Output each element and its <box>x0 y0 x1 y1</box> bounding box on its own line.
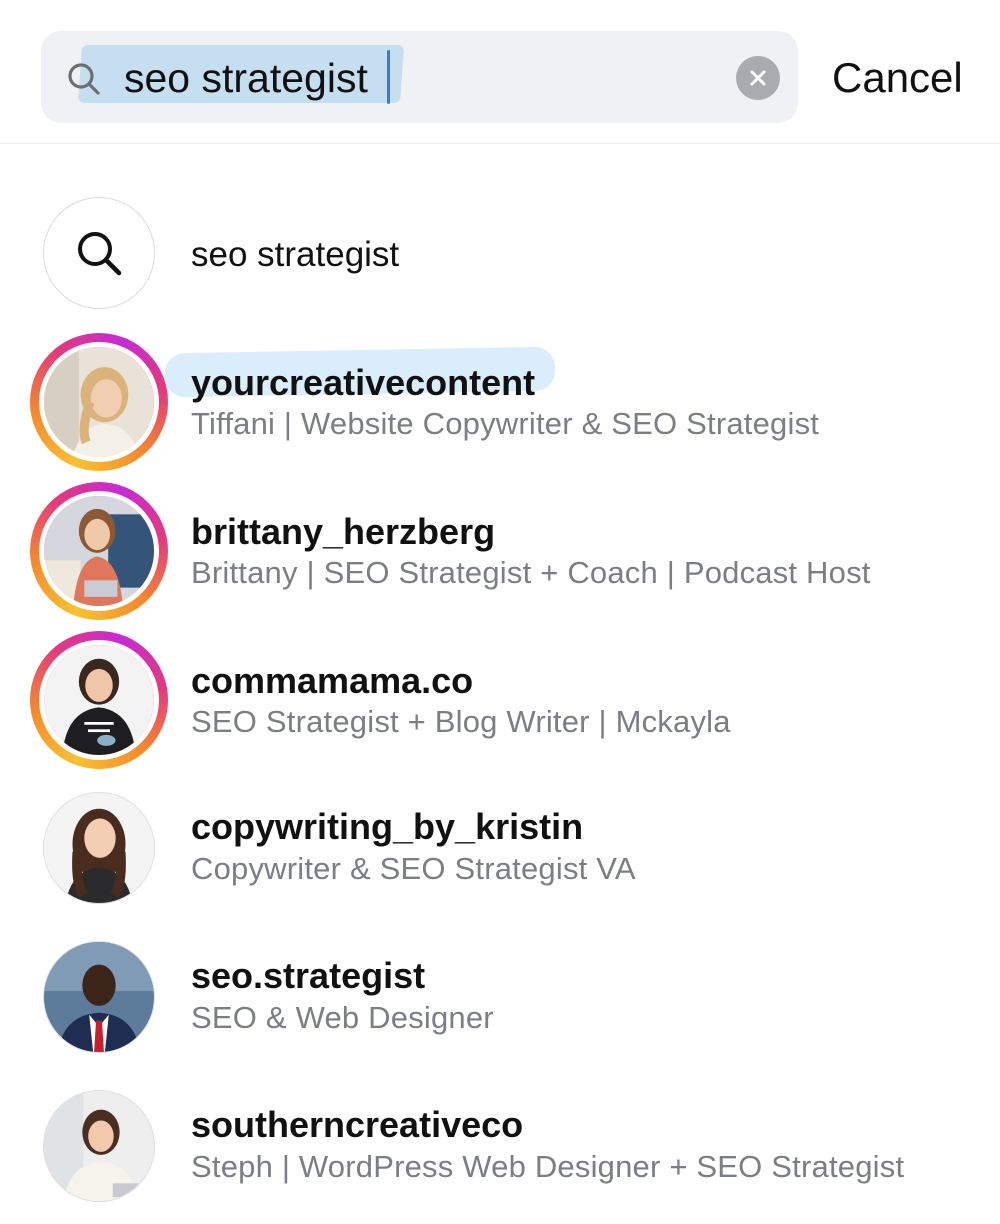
search-input[interactable] <box>124 48 684 108</box>
avatar <box>39 640 159 760</box>
list-item[interactable]: commamama.co SEO Strategist + Blog Write… <box>0 629 1000 777</box>
story-ring[interactable] <box>30 333 168 471</box>
result-fullname: Tiffani | Website Copywriter & SEO Strat… <box>191 406 820 441</box>
query-suggestion-text: seo strategist <box>191 235 400 274</box>
avatar <box>39 491 159 611</box>
result-fullname: Brittany | SEO Strategist + Coach | Podc… <box>191 555 871 590</box>
avatar[interactable] <box>43 941 155 1053</box>
list-item[interactable]: brittany_herzberg Brittany | SEO Strateg… <box>0 480 1000 628</box>
story-ring[interactable] <box>30 482 168 620</box>
result-username: yourcreativecontent <box>191 362 536 403</box>
result-fullname: Steph | WordPress Web Designer + SEO Str… <box>191 1149 905 1184</box>
avatar[interactable] <box>43 792 155 904</box>
avatar <box>39 342 159 462</box>
result-fullname: SEO & Web Designer <box>191 1000 494 1035</box>
list-item[interactable]: seo.strategist SEO & Web Designer <box>0 927 1000 1075</box>
list-item[interactable]: copywriting_by_kristin Copywriter & SEO … <box>0 778 1000 926</box>
result-username: seo.strategist <box>191 955 426 996</box>
result-username: southerncreativeco <box>191 1104 524 1145</box>
close-icon <box>750 70 766 86</box>
clear-button[interactable] <box>736 56 780 100</box>
result-username: commamama.co <box>191 660 474 701</box>
story-ring[interactable] <box>30 631 168 769</box>
result-username: brittany_herzberg <box>191 511 496 552</box>
result-username: copywriting_by_kristin <box>191 806 584 847</box>
cancel-button[interactable]: Cancel <box>832 50 963 106</box>
avatar[interactable] <box>43 1090 155 1202</box>
text-caret <box>387 50 390 104</box>
list-item[interactable]: southerncreativeco Steph | WordPress Web… <box>0 1076 1000 1224</box>
query-icon-circle <box>43 197 155 309</box>
list-item[interactable]: yourcreativecontent Tiffani | Website Co… <box>0 331 1000 479</box>
result-fullname: SEO Strategist + Blog Writer | Mckayla <box>191 704 731 739</box>
search-icon <box>78 232 122 276</box>
search-header: Cancel <box>0 0 1000 144</box>
result-fullname: Copywriter & SEO Strategist VA <box>191 851 636 886</box>
search-icon <box>68 63 100 95</box>
